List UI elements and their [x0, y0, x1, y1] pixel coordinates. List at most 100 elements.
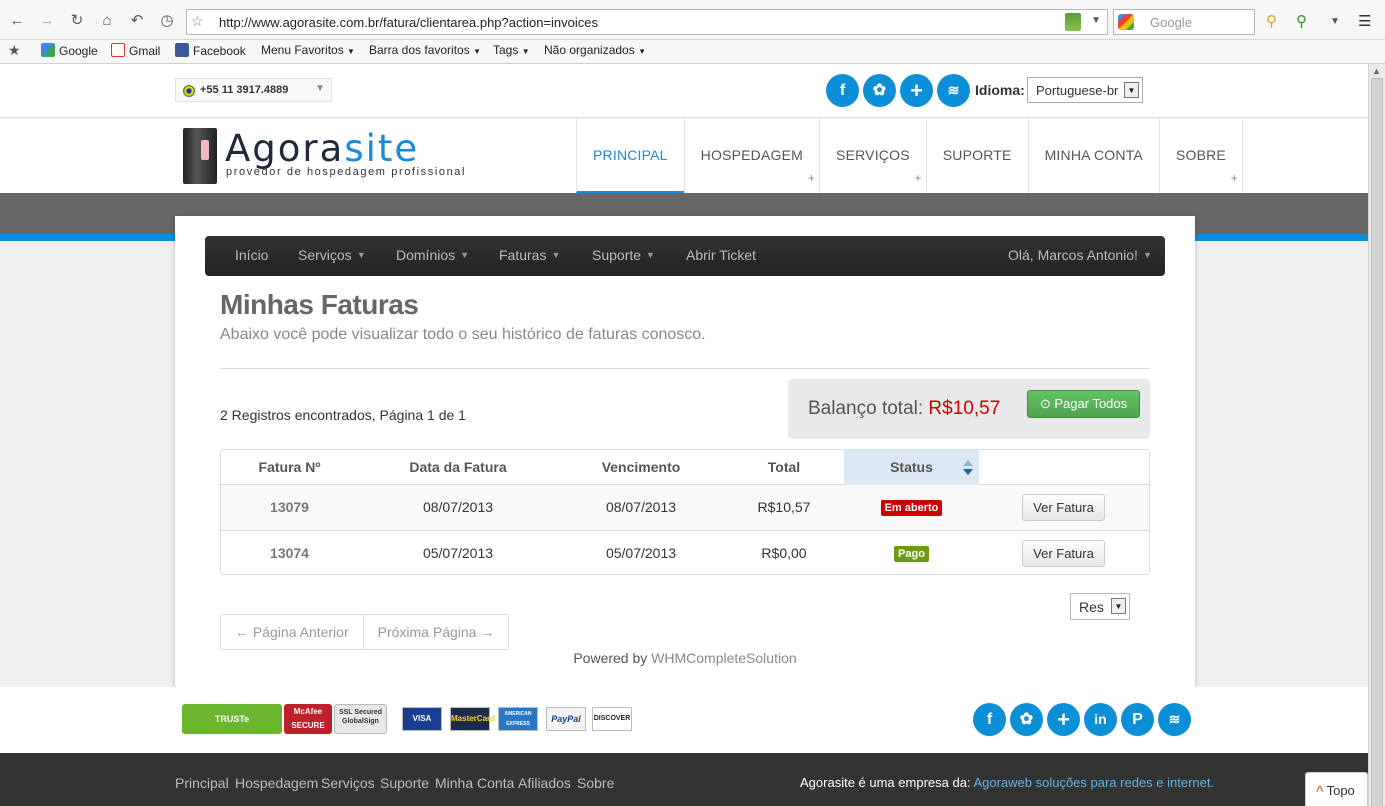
paypal-logo: PayPal: [546, 707, 586, 731]
footer-link-minha-conta[interactable]: Minha Conta: [435, 775, 514, 791]
bookmark-star-icon[interactable]: ☆: [191, 13, 204, 30]
col-data[interactable]: Data da Fatura: [358, 450, 558, 485]
bookmark-gmail[interactable]: Gmail: [111, 43, 160, 58]
clientnav-inicio[interactable]: Início: [235, 247, 268, 263]
globalsign-logo[interactable]: SSL Secured GlobalSign: [334, 704, 387, 734]
back-to-top-button[interactable]: ^ Topo: [1305, 772, 1368, 806]
page-subtitle: Abaixo você pode visualizar todo o seu h…: [220, 326, 706, 343]
pinterest-icon[interactable]: P: [1121, 703, 1154, 736]
mcafee-logo[interactable]: McAfee SECURE: [284, 704, 332, 734]
rss-icon[interactable]: [1065, 13, 1081, 31]
plus-icon[interactable]: +: [1047, 703, 1080, 736]
clientnav-user-menu[interactable]: Olá, Marcos Antonio! ▼: [1008, 247, 1152, 263]
divider: [220, 368, 1150, 369]
nav-label: SUPORTE: [942, 147, 1012, 163]
site-header: Agorasite provedor de hospedagem profiss…: [0, 119, 1368, 193]
invoice-number[interactable]: 13074: [221, 531, 358, 574]
powered-link[interactable]: WHMCompleteSolution: [651, 650, 797, 666]
clientnav-dominios[interactable]: Domínios ▼: [396, 247, 469, 263]
results-per-page-select[interactable]: Res ▼: [1070, 593, 1130, 620]
phone-selector[interactable]: +55 11 3917.4889 ▼: [175, 78, 332, 102]
chevron-down-icon[interactable]: ▼: [1330, 16, 1340, 27]
bookmark-folder-unsorted[interactable]: Não organizados ▼: [544, 43, 646, 57]
footer-link-sobre[interactable]: Sobre: [577, 775, 614, 791]
home-icon[interactable]: ⌂: [96, 10, 118, 32]
company-text: Agorasite é uma empresa da:: [800, 775, 971, 790]
col-total[interactable]: Total: [724, 450, 844, 485]
history-icon[interactable]: ◷: [156, 10, 178, 32]
reload-icon[interactable]: ↻: [66, 10, 88, 32]
nav-sobre[interactable]: SOBRE +: [1158, 119, 1243, 193]
nav-minha-conta[interactable]: MINHA CONTA: [1027, 119, 1159, 193]
facebook-icon[interactable]: f: [973, 703, 1006, 736]
nav-label: HOSPEDAGEM: [700, 147, 804, 163]
language-select[interactable]: Portuguese-br ▼: [1027, 77, 1143, 103]
twitter-icon[interactable]: ✿: [863, 74, 896, 107]
bookmark-label: Barra dos favoritos: [369, 43, 470, 57]
company-link[interactable]: Agoraweb soluções para redes e internet.: [973, 775, 1214, 790]
url-text[interactable]: http://www.agorasite.com.br/fatura/clien…: [219, 15, 598, 30]
truste-logo[interactable]: TRUSTe: [182, 704, 282, 734]
search-box[interactable]: Google: [1113, 9, 1255, 35]
address-bar[interactable]: ☆ http://www.agorasite.com.br/fatura/cli…: [186, 9, 1108, 35]
bookmark-google[interactable]: Google: [41, 43, 98, 58]
nav-hospedagem[interactable]: HOSPEDAGEM +: [683, 119, 819, 193]
extension-icon[interactable]: ⚲: [1296, 12, 1307, 30]
pay-all-button[interactable]: ⊙ Pagar Todos: [1027, 390, 1140, 418]
next-page-button[interactable]: Próxima Página →: [362, 615, 509, 649]
bookmark-label: Gmail: [129, 44, 161, 58]
records-count: 2 Registros encontrados, Página 1 de 1: [220, 407, 466, 423]
balance-text: Balanço total: R$10,57: [808, 398, 1000, 420]
logo[interactable]: Agorasite: [225, 127, 419, 170]
status-badge: Pago: [894, 546, 929, 563]
nav-suporte[interactable]: SUPORTE: [925, 119, 1028, 193]
client-area-nav: Início Serviços ▼ Domínios ▼ Faturas ▼ Supo…: [205, 236, 1165, 276]
footer-link-servicos[interactable]: Serviços: [321, 775, 375, 791]
col-status[interactable]: Status: [844, 450, 979, 485]
undo-icon[interactable]: ↶: [126, 10, 148, 32]
linkedin-icon[interactable]: in: [1084, 703, 1117, 736]
bookmark-folder-menu[interactable]: Menu Favoritos ▼: [261, 43, 355, 57]
key-icon[interactable]: ⚲: [1266, 12, 1277, 30]
clientnav-abrir-ticket[interactable]: Abrir Ticket: [686, 247, 756, 263]
bookmark-label: Não organizados: [544, 43, 635, 57]
back-icon[interactable]: ←: [6, 10, 28, 32]
clientnav-faturas[interactable]: Faturas ▼: [499, 247, 560, 263]
scrollbar-thumb[interactable]: [1371, 78, 1383, 806]
col-fatura[interactable]: Fatura Nº: [221, 450, 358, 485]
bookmarks-bar: ★ Google Gmail Facebook Menu Favoritos ▼…: [0, 40, 1385, 64]
view-invoice-button[interactable]: Ver Fatura: [1022, 540, 1105, 567]
google-icon: [1118, 14, 1134, 30]
prev-page-button[interactable]: ← Página Anterior: [221, 615, 363, 649]
view-invoice-button[interactable]: Ver Fatura: [1022, 494, 1105, 521]
menu-icon[interactable]: ☰: [1358, 12, 1371, 30]
forward-icon[interactable]: →: [36, 10, 58, 32]
scroll-up-icon[interactable]: ▲: [1372, 66, 1381, 76]
nav-servicos[interactable]: SERVIÇOS +: [819, 119, 926, 193]
bookmark-star-icon[interactable]: ★: [8, 42, 21, 59]
twitter-icon[interactable]: ✿: [1010, 703, 1043, 736]
bookmark-folder-bar[interactable]: Barra dos favoritos ▼: [369, 43, 481, 57]
invoice-due: 08/07/2013: [605, 499, 677, 515]
page-scrollbar[interactable]: ▲: [1368, 64, 1385, 806]
footer-link-principal[interactable]: Principal: [175, 775, 229, 791]
bookmark-facebook[interactable]: Facebook: [175, 43, 246, 58]
footer-link-suporte[interactable]: Suporte: [380, 775, 429, 791]
facebook-icon[interactable]: f: [826, 74, 859, 107]
clientnav-suporte[interactable]: Suporte ▼: [592, 247, 655, 263]
nav-label: SERVIÇOS: [836, 147, 910, 163]
clientnav-servicos[interactable]: Serviços ▼: [298, 247, 366, 263]
nav-principal[interactable]: PRINCIPAL: [576, 119, 684, 193]
chevron-down-icon[interactable]: ▼: [1091, 15, 1101, 26]
col-vencimento[interactable]: Vencimento: [558, 450, 724, 485]
invoices-table: Fatura Nº Data da Fatura Vencimento Tota…: [220, 449, 1150, 575]
footer-link-afiliados[interactable]: Afiliados: [518, 775, 571, 791]
bookmark-folder-tags[interactable]: Tags ▼: [493, 43, 530, 57]
footer-link-hospedagem[interactable]: Hospedagem: [235, 775, 318, 791]
rss-icon[interactable]: ≋: [1158, 703, 1191, 736]
logo-name: Agora: [225, 127, 345, 170]
rss-icon[interactable]: ≋: [937, 74, 970, 107]
invoice-number[interactable]: 13079: [221, 485, 358, 530]
plus-icon[interactable]: +: [900, 74, 933, 107]
chevron-down-icon: ▼: [521, 47, 530, 56]
